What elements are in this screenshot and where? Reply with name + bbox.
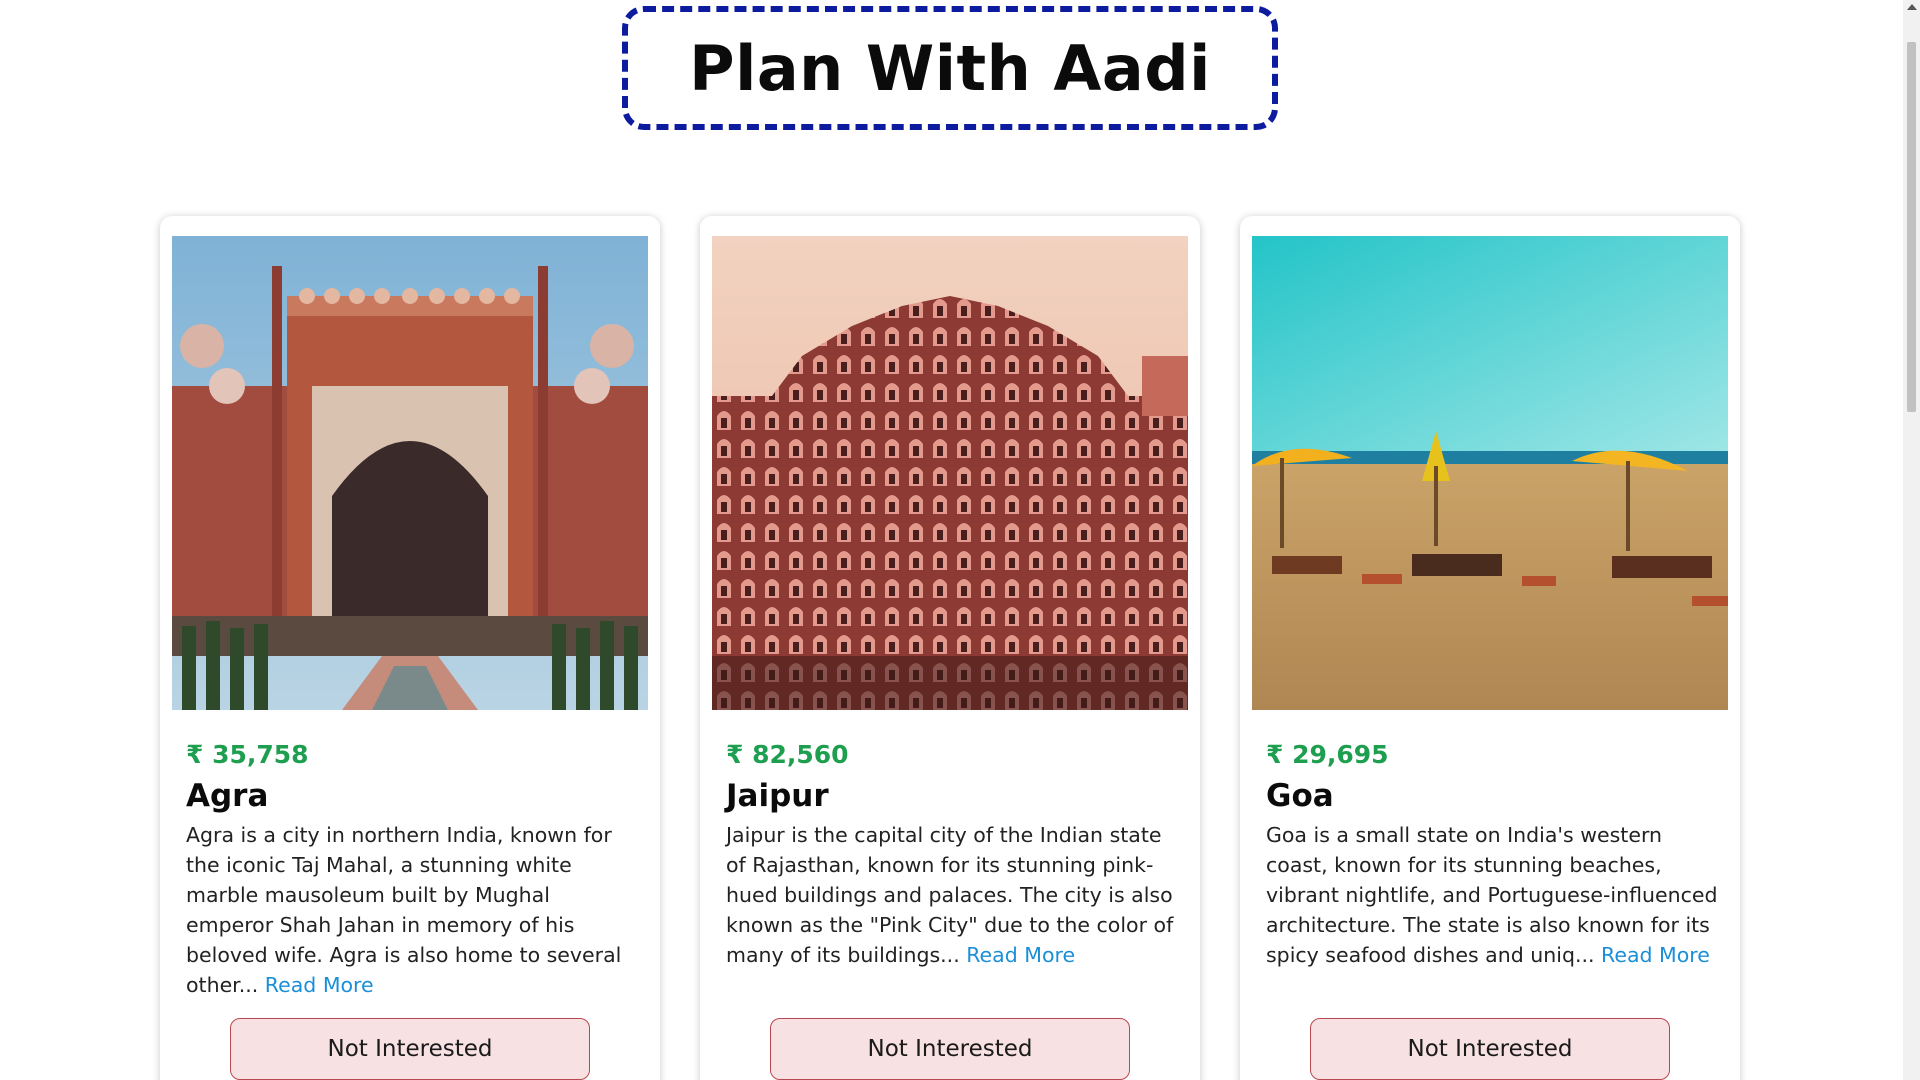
destination-card-agra: ₹ 35,758 Agra Agra is a city in northern… — [160, 216, 660, 1080]
destination-image-goa — [1252, 236, 1728, 710]
description-text: Jaipur is the capital city of the Indian… — [726, 823, 1174, 967]
read-more-link[interactable]: Read More — [966, 943, 1075, 967]
description-text: Agra is a city in northern India, known … — [186, 823, 622, 997]
destination-image-agra — [172, 236, 648, 710]
city-name: Agra — [186, 778, 269, 814]
city-name: Jaipur — [726, 778, 829, 814]
not-interested-button[interactable]: Not Interested — [770, 1018, 1130, 1080]
scrollbar-thumb[interactable] — [1907, 42, 1916, 412]
vertical-scrollbar[interactable] — [1903, 0, 1920, 1080]
destination-image-jaipur — [712, 236, 1188, 710]
price-label: ₹ 35,758 — [186, 740, 309, 769]
not-interested-button[interactable]: Not Interested — [230, 1018, 590, 1080]
scroll-up-arrow-icon[interactable] — [1907, 4, 1917, 10]
page-title-box: Plan With Aadi — [622, 6, 1278, 130]
price-label: ₹ 29,695 — [1266, 740, 1389, 769]
city-description: Goa is a small state on India's western … — [1266, 820, 1722, 970]
city-description: Jaipur is the capital city of the Indian… — [726, 820, 1182, 970]
price-label: ₹ 82,560 — [726, 740, 849, 769]
city-name: Goa — [1266, 778, 1334, 814]
destination-cards: ₹ 35,758 Agra Agra is a city in northern… — [160, 216, 1740, 1080]
page-title: Plan With Aadi — [689, 31, 1211, 105]
destination-card-goa: ₹ 29,695 Goa Goa is a small state on Ind… — [1240, 216, 1740, 1080]
city-description: Agra is a city in northern India, known … — [186, 820, 642, 1000]
read-more-link[interactable]: Read More — [1601, 943, 1710, 967]
not-interested-button[interactable]: Not Interested — [1310, 1018, 1670, 1080]
destination-card-jaipur: ₹ 82,560 Jaipur Jaipur is the capital ci… — [700, 216, 1200, 1080]
read-more-link[interactable]: Read More — [265, 973, 374, 997]
